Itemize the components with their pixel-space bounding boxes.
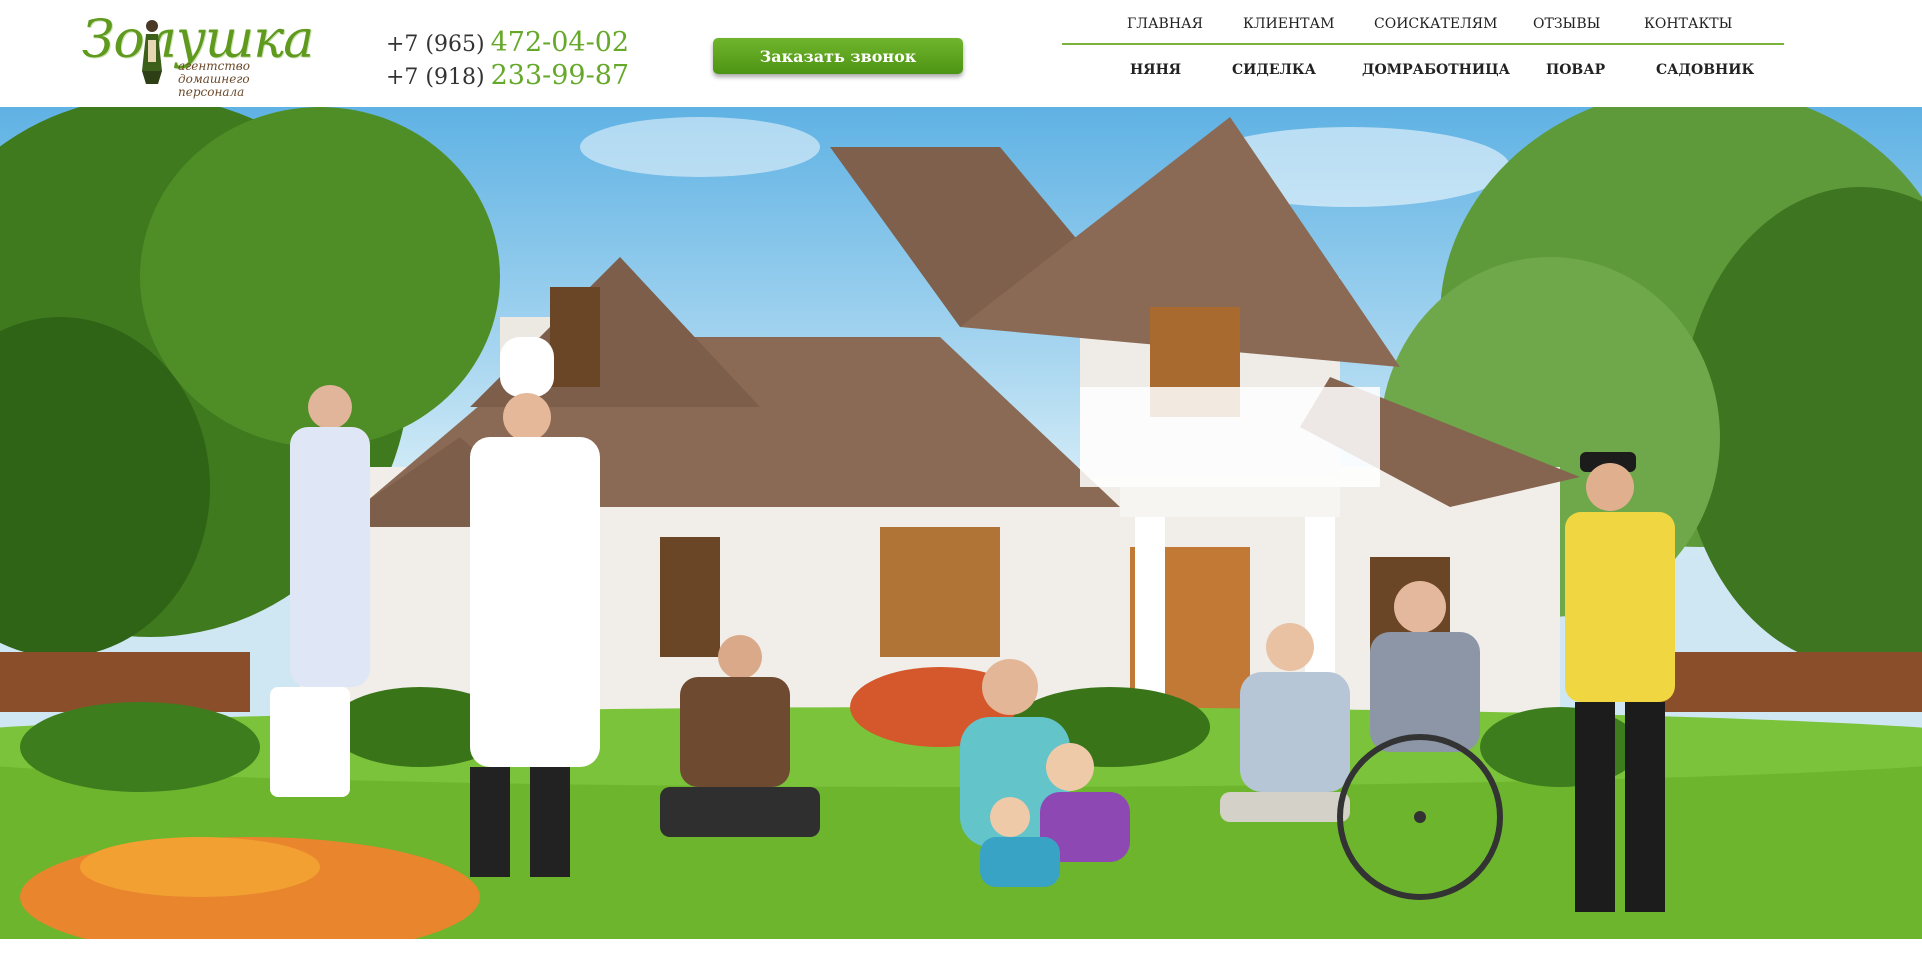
nav-item-caregiver[interactable]: СИДЕЛКА [1232, 62, 1316, 78]
phone-list: +7 (965) 472-04-02 +7 (918) 233-99-87 [386, 26, 629, 92]
nav-item-applicants[interactable]: СОИСКАТЕЛЯМ [1374, 16, 1497, 32]
nav-divider [1062, 43, 1784, 45]
nav-item-nanny[interactable]: НЯНЯ [1130, 62, 1181, 78]
logo-subtitle: агентство домашнего персонала [178, 59, 250, 99]
nav-item-reviews[interactable]: ОТЗЫВЫ [1533, 16, 1600, 32]
maid-silhouette-icon [142, 20, 162, 84]
nav-item-gardener[interactable]: САДОВНИК [1656, 62, 1754, 78]
nav-item-home[interactable]: ГЛАВНАЯ [1127, 16, 1203, 32]
phone-number: 233-99-87 [490, 60, 630, 91]
phone-number: 472-04-02 [490, 27, 630, 58]
site-header: Золушка агентство домашнего персонала +7… [0, 0, 1922, 107]
nav-item-housekeeper[interactable]: ДОМРАБОТНИЦА [1362, 62, 1510, 78]
nav-item-clients[interactable]: КЛИЕНТАМ [1243, 16, 1334, 32]
services-nav: НЯНЯ СИДЕЛКА ДОМРАБОТНИЦА ПОВАР САДОВНИК [1062, 57, 1784, 87]
nav-item-cook[interactable]: ПОВАР [1546, 62, 1605, 78]
logo[interactable]: Золушка агентство домашнего персонала [78, 10, 318, 99]
phone-code: +7 (965) [386, 32, 485, 57]
nav-item-contacts[interactable]: КОНТАКТЫ [1644, 16, 1732, 32]
phone-code: +7 (918) [386, 65, 485, 90]
phone-2[interactable]: +7 (918) 233-99-87 [386, 59, 629, 92]
hero-illustration [0, 107, 1922, 939]
main-nav: ГЛАВНАЯ КЛИЕНТАМ СОИСКАТЕЛЯМ ОТЗЫВЫ КОНТ… [1062, 8, 1784, 44]
phone-1[interactable]: +7 (965) 472-04-02 [386, 26, 629, 59]
order-call-button[interactable]: Заказать звонок [713, 38, 963, 74]
hero-banner [0, 107, 1922, 939]
